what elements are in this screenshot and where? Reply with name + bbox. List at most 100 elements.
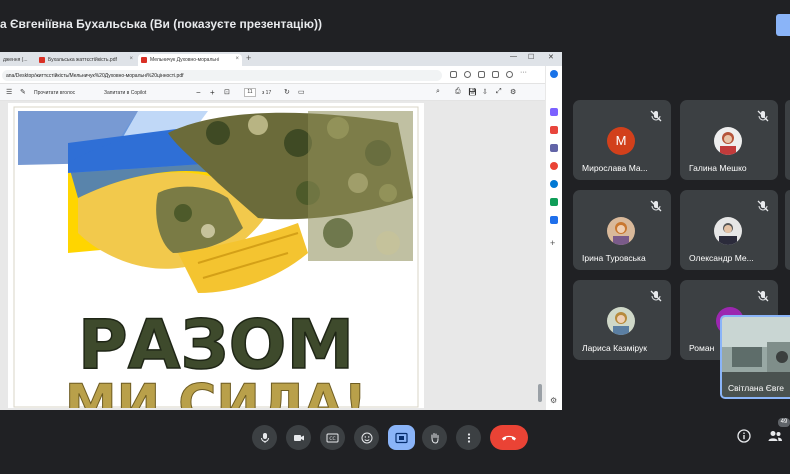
extensions-icon[interactable] <box>450 71 457 78</box>
participant-tile-partial[interactable] <box>785 190 790 270</box>
address-bar: ana/Desktop/життєстійкість/Мельничук%20Д… <box>0 66 562 84</box>
people-icon <box>768 431 782 441</box>
pdf-page: РАЗОМ МИ СИЛА! <box>8 103 424 408</box>
participant-tile[interactable]: Лариса Казмірук <box>573 280 671 360</box>
copilot-icon[interactable] <box>550 70 558 78</box>
raise-hand-button[interactable] <box>422 425 447 450</box>
tab-label: дження (... <box>3 57 28 63</box>
url-input[interactable]: ana/Desktop/життєстійкість/Мельничук%20Д… <box>2 70 442 81</box>
favorites-icon[interactable] <box>464 71 471 78</box>
meeting-header: а Євгеніївна Бухальська (Ви (показуєте п… <box>0 0 790 50</box>
avatar: М <box>607 127 635 155</box>
participant-name: Галина Мешко <box>689 163 747 173</box>
sidebar-app-icon[interactable] <box>550 126 558 134</box>
print-icon[interactable]: ⎙ <box>455 88 461 96</box>
save-as-icon[interactable]: ⇩ <box>482 88 488 96</box>
present-button[interactable] <box>388 425 415 450</box>
ask-copilot-button[interactable]: Запитати в Copilot <box>104 90 146 96</box>
self-name: Світлана Євге <box>728 383 784 393</box>
participant-name: Мирослава Ма... <box>582 163 648 173</box>
minimize-icon[interactable]: — <box>510 53 517 60</box>
end-call-icon <box>502 435 516 440</box>
mic-off-icon <box>650 110 662 122</box>
add-icon[interactable]: + <box>550 238 555 248</box>
sidebar-app-icon[interactable] <box>550 108 558 116</box>
people-button[interactable] <box>767 429 783 448</box>
mic-off-icon <box>757 290 769 302</box>
stop-presenting-button[interactable] <box>776 14 790 36</box>
maximize-icon[interactable]: ☐ <box>528 53 534 61</box>
mic-off-icon <box>757 110 769 122</box>
sidebar-settings-icon[interactable]: ⚙ <box>550 396 557 405</box>
avatar <box>714 217 742 245</box>
browser-tab-active[interactable]: Мельничук Духовно-моральні × <box>138 54 242 66</box>
avatar <box>607 307 635 335</box>
people-count-badge: 49 <box>778 418 790 427</box>
fit-page-icon[interactable]: ⊡ <box>224 88 230 96</box>
captions-icon: CC <box>326 433 339 442</box>
participant-tile[interactable]: Олександр Ме... <box>680 190 778 270</box>
new-tab-icon[interactable]: + <box>246 53 251 63</box>
sidebar-app-icon[interactable] <box>550 162 558 170</box>
presenter-title: а Євгеніївна Бухальська (Ви (показуєте п… <box>0 17 322 31</box>
sidebar-app-icon[interactable] <box>550 198 558 206</box>
avatar <box>714 127 742 155</box>
tab-label: Мельничук Духовно-моральні <box>150 57 219 63</box>
tab-label: Бухальська жаттєстійкість.pdf <box>48 57 117 63</box>
emoji-icon <box>361 432 372 443</box>
poster-line2: МИ СИЛА! <box>65 374 367 408</box>
camera-button[interactable] <box>286 425 311 450</box>
search-icon[interactable]: ⌕ <box>436 88 440 96</box>
browser-sidebar: + ⚙ <box>545 66 562 410</box>
close-icon[interactable]: × <box>235 56 239 62</box>
save-icon[interactable]: 💾︎ <box>468 88 477 96</box>
page-number-input[interactable]: 11 <box>244 88 256 97</box>
participant-name: Олександр Ме... <box>689 253 754 263</box>
meeting-details-button[interactable] <box>737 429 751 448</box>
browser-tab[interactable]: Бухальська жаттєстійкість.pdf × <box>36 54 136 66</box>
participant-name: Ірина Туровська <box>582 253 646 263</box>
info-icon <box>737 429 751 443</box>
scrollbar[interactable] <box>538 384 542 402</box>
sidebar-app-icon[interactable] <box>550 216 558 224</box>
pdf-settings-icon[interactable]: ⚙ <box>510 88 516 96</box>
rotate-icon[interactable]: ↻ <box>284 88 290 96</box>
close-icon[interactable]: × <box>129 56 133 62</box>
more-icon[interactable]: ··· <box>520 69 527 76</box>
read-aloud-button[interactable]: Прочитати вголос <box>34 90 75 96</box>
collections-icon[interactable] <box>492 71 499 78</box>
profile-icon[interactable] <box>506 71 513 78</box>
pdf-toolbar: ☰ ✎ Прочитати вголос Запитати в Copilot … <box>0 84 545 101</box>
zoom-out-button[interactable]: − <box>196 88 201 97</box>
draw-icon[interactable]: ✎ <box>20 88 26 96</box>
avatar <box>607 217 635 245</box>
microphone-button[interactable] <box>252 425 277 450</box>
page-total: з 17 <box>262 90 272 96</box>
more-options-button[interactable] <box>456 425 481 450</box>
participant-name: Лариса Казмірук <box>582 343 647 353</box>
reactions-button[interactable] <box>354 425 379 450</box>
window-close-icon[interactable]: ✕ <box>548 53 554 61</box>
two-page-icon[interactable]: ▭ <box>298 88 305 96</box>
split-screen-icon[interactable] <box>478 71 485 78</box>
browser-tab[interactable]: дження (... <box>0 54 30 66</box>
present-screen-icon <box>395 432 408 443</box>
pdf-icon <box>39 57 45 63</box>
sidebar-app-icon[interactable] <box>550 180 558 188</box>
more-vert-icon <box>467 432 470 443</box>
participant-tile-partial[interactable] <box>785 100 790 180</box>
camera-icon <box>293 434 304 441</box>
captions-button[interactable]: CC <box>320 425 345 450</box>
participant-tile[interactable]: Ірина Туровська <box>573 190 671 270</box>
teams-icon[interactable] <box>550 144 558 152</box>
fullscreen-icon[interactable]: ⤢ <box>496 88 502 96</box>
browser-tab-strip: дження (... Бухальська жаттєстійкість.pd… <box>0 52 562 66</box>
toc-icon[interactable]: ☰ <box>6 88 12 96</box>
self-view[interactable]: Світлана Євге <box>720 315 790 399</box>
mic-off-icon <box>650 200 662 212</box>
mic-off-icon <box>757 200 769 212</box>
leave-call-button[interactable] <box>490 425 528 450</box>
zoom-in-button[interactable]: + <box>210 88 215 97</box>
participant-tile[interactable]: М Мирослава Ма... <box>573 100 671 180</box>
participant-tile[interactable]: Галина Мешко <box>680 100 778 180</box>
